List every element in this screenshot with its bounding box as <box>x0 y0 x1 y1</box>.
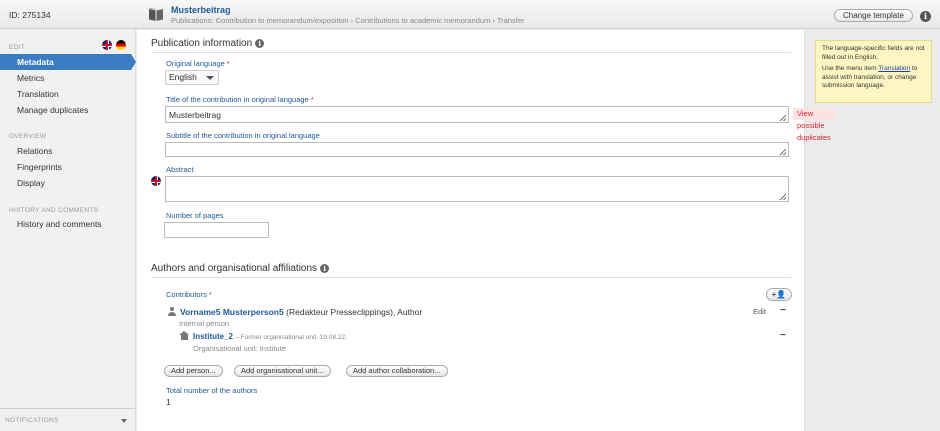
uk-flag-icon[interactable] <box>102 40 112 50</box>
remove-affiliation-button[interactable]: − <box>780 330 786 341</box>
sidebar-item-fingerprints[interactable]: Fingerprints <box>0 159 136 175</box>
add-person-button[interactable]: Add person... <box>164 365 223 377</box>
page-title[interactable]: Musterbeitrag <box>171 5 231 15</box>
contributor-type: Internal person <box>179 319 230 328</box>
info-icon[interactable]: i <box>920 11 931 22</box>
resize-handle-icon[interactable] <box>778 192 786 200</box>
contributors-label: Contributors * <box>166 290 212 299</box>
german-flag-icon[interactable] <box>116 40 126 50</box>
sidebar-item-manage-duplicates[interactable]: Manage duplicates <box>0 102 136 118</box>
breadcrumb: Publications: Contribution to memorandum… <box>171 16 525 25</box>
add-author-collaboration-button[interactable]: Add author collaboration... <box>346 365 448 377</box>
pages-label: Number of pages <box>166 211 224 220</box>
sidebar: EDIT Metadata Metrics Translation Manage… <box>0 30 136 431</box>
subtitle-input[interactable] <box>165 142 789 157</box>
translation-tip: The language-specific fields are not fil… <box>815 40 932 103</box>
sidebar-heading-history: HISTORY AND COMMENTS <box>9 207 99 214</box>
uk-flag-icon <box>151 176 161 186</box>
add-organisational-unit-button[interactable]: Add organisational unit... <box>234 365 331 377</box>
abstract-input[interactable] <box>165 176 789 202</box>
contributor-name-link[interactable]: Vorname5 Musterperson5 <box>180 307 284 317</box>
original-language-select[interactable]: English <box>165 70 219 85</box>
subtitle-label: Subtitle of the contribution in original… <box>166 131 320 140</box>
tip-text-1: The language-specific fields are not fil… <box>822 45 925 61</box>
institute-link[interactable]: Institute_2 <box>193 332 233 341</box>
affiliation-entry: Institute_2 – Former organisational unit… <box>193 332 347 341</box>
sidebar-item-metadata[interactable]: Metadata <box>0 54 136 70</box>
contributor-entry: Vorname5 Musterperson5 (Redakteur Presse… <box>180 307 423 317</box>
person-icon <box>167 307 176 316</box>
info-icon[interactable]: i <box>320 264 330 273</box>
info-icon[interactable]: i <box>255 39 265 48</box>
title-input[interactable]: Musterbeitrag <box>165 106 789 123</box>
notifications-label: NOTIFICATIONS <box>5 417 59 424</box>
change-template-button[interactable]: Change template <box>834 9 913 22</box>
chevron-down-icon[interactable] <box>121 419 127 423</box>
sidebar-item-history-comments[interactable]: History and comments <box>0 216 136 232</box>
total-authors-label: Total number of the authors <box>166 386 258 395</box>
section-divider <box>151 277 791 278</box>
main-panel: Publication information i Original langua… <box>137 30 835 431</box>
translation-link[interactable]: Translation <box>878 65 910 72</box>
add-contributor-button[interactable]: +👤 <box>766 288 792 301</box>
section-divider <box>151 52 791 53</box>
sidebar-item-metrics[interactable]: Metrics <box>0 70 136 86</box>
notifications-panel[interactable]: NOTIFICATIONS <box>0 408 135 431</box>
resize-handle-icon[interactable] <box>778 113 786 121</box>
sidebar-heading-overview: OVERVIEW <box>9 133 47 140</box>
resize-handle-icon[interactable] <box>778 147 786 155</box>
affiliation-type: Organisational unit: Institute <box>193 344 286 353</box>
view-duplicates-link[interactable]: View possible duplicates <box>793 108 835 142</box>
sidebar-item-translation[interactable]: Translation <box>0 86 136 102</box>
abstract-label: Abstract <box>166 165 194 174</box>
total-authors-value: 1 <box>166 397 171 407</box>
sidebar-item-display[interactable]: Display <box>0 175 136 191</box>
authors-section-title: Authors and organisational affiliations i <box>151 263 330 274</box>
edit-contributor-link[interactable]: Edit <box>753 307 766 316</box>
book-icon <box>149 8 163 21</box>
sidebar-heading-edit: EDIT <box>9 44 26 51</box>
pages-input[interactable] <box>164 222 269 238</box>
title-label: Title of the contribution in original la… <box>166 95 314 104</box>
record-id: ID: 275134 <box>9 10 51 20</box>
sidebar-item-relations[interactable]: Relations <box>0 143 136 159</box>
tip-text-2: Use the menu item Translation to assist … <box>822 65 918 89</box>
chevron-down-icon <box>206 76 214 80</box>
original-language-label: Original language * <box>166 59 230 68</box>
building-icon <box>179 331 189 340</box>
top-bar: ID: 275134 Musterbeitrag Publications: C… <box>0 0 940 29</box>
publication-section-title: Publication information i <box>151 38 265 49</box>
remove-contributor-button[interactable]: − <box>780 305 786 316</box>
